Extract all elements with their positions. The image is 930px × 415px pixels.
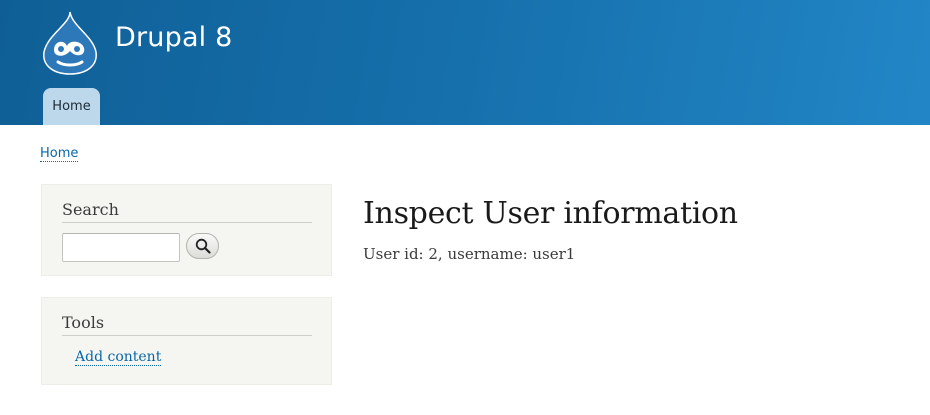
drupal-drop-icon[interactable] bbox=[40, 10, 100, 76]
tools-block: Tools Add content bbox=[41, 297, 332, 385]
breadcrumb-home-link[interactable]: Home bbox=[40, 146, 79, 162]
search-input[interactable] bbox=[62, 233, 180, 262]
breadcrumb: Home bbox=[40, 146, 79, 162]
search-block-title: Search bbox=[62, 200, 312, 223]
site-name[interactable]: Drupal 8 bbox=[115, 22, 233, 53]
tools-block-title: Tools bbox=[62, 313, 312, 336]
search-button[interactable] bbox=[186, 233, 219, 259]
tab-home[interactable]: Home bbox=[43, 88, 100, 125]
add-content-link[interactable]: Add content bbox=[75, 349, 162, 366]
search-block: Search bbox=[41, 184, 332, 276]
page-title: Inspect User information bbox=[363, 196, 738, 231]
user-info-text: User id: 2, username: user1 bbox=[363, 245, 576, 263]
magnifier-icon bbox=[195, 238, 211, 254]
site-header: Drupal 8 Home bbox=[0, 0, 930, 125]
